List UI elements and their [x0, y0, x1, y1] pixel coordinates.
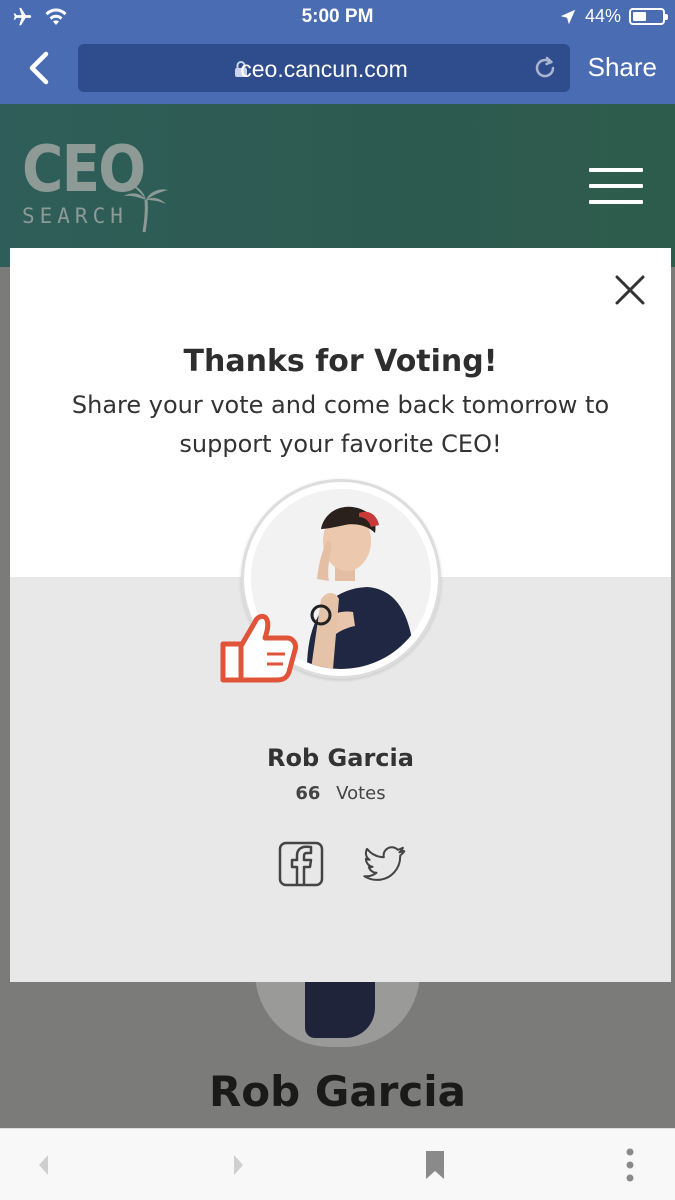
url-text: ceo.cancun.com: [240, 56, 408, 82]
browser-toolbar: [0, 1128, 675, 1200]
back-button[interactable]: [24, 50, 60, 90]
browser-bar: ceo.cancun.com Share: [0, 36, 675, 104]
background-name: Rob Garcia: [208, 1067, 467, 1116]
battery-percent: 44%: [584, 6, 621, 26]
url-field[interactable]: ceo.cancun.com: [78, 44, 570, 92]
nav-back-icon[interactable]: [36, 1153, 52, 1177]
battery-icon: [629, 8, 668, 25]
location-arrow-icon: [560, 9, 576, 24]
share-buttons: [278, 841, 408, 887]
site-logo[interactable]: CEO SEARCH: [22, 138, 172, 238]
close-icon[interactable]: [613, 273, 647, 307]
modal-message: Share your vote and come back tomorrow t…: [71, 391, 610, 458]
reload-icon[interactable]: [532, 55, 558, 81]
hamburger-menu-icon[interactable]: [589, 168, 643, 208]
back-icon: [29, 51, 49, 85]
site-header: CEO SEARCH: [0, 104, 675, 267]
facebook-icon[interactable]: [278, 841, 324, 887]
vote-count: 66: [295, 783, 321, 804]
thumbs-up-icon: [220, 613, 298, 683]
nav-forward-icon[interactable]: [230, 1153, 246, 1177]
twitter-icon[interactable]: [362, 841, 408, 887]
palm-tree-icon: [124, 184, 168, 233]
vote-summary: 66 Votes: [10, 783, 671, 804]
status-bar: 5:00 PM 44%: [0, 0, 675, 36]
modal-title: Thanks for Voting!: [183, 344, 498, 379]
candidate-name: Rob Garcia: [267, 744, 414, 772]
bookmark-icon[interactable]: [424, 1149, 446, 1181]
vote-confirmation-modal: Thanks for Voting! Share your vote and c…: [10, 248, 671, 982]
more-icon[interactable]: [624, 1147, 636, 1183]
status-right: 44%: [559, 6, 668, 27]
votes-label: Votes: [336, 783, 386, 804]
share-button[interactable]: Share: [588, 52, 657, 83]
background-avatar: [255, 972, 420, 1047]
